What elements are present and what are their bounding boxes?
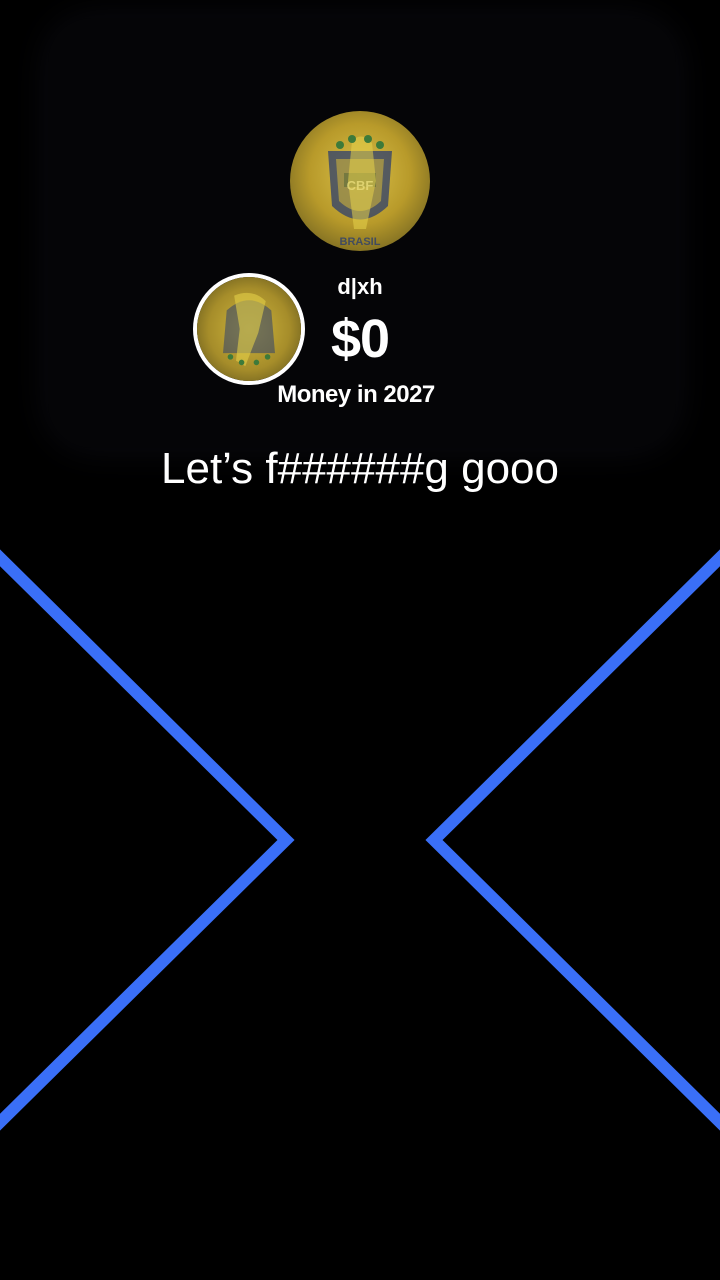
right-chevron-icon (425, 549, 720, 1131)
left-chevron-icon (0, 549, 295, 1131)
screen: CBF BRASIL d|xh $0 Money in 2027 Let’s f… (0, 0, 720, 1280)
decorative-chevrons (0, 549, 720, 1131)
